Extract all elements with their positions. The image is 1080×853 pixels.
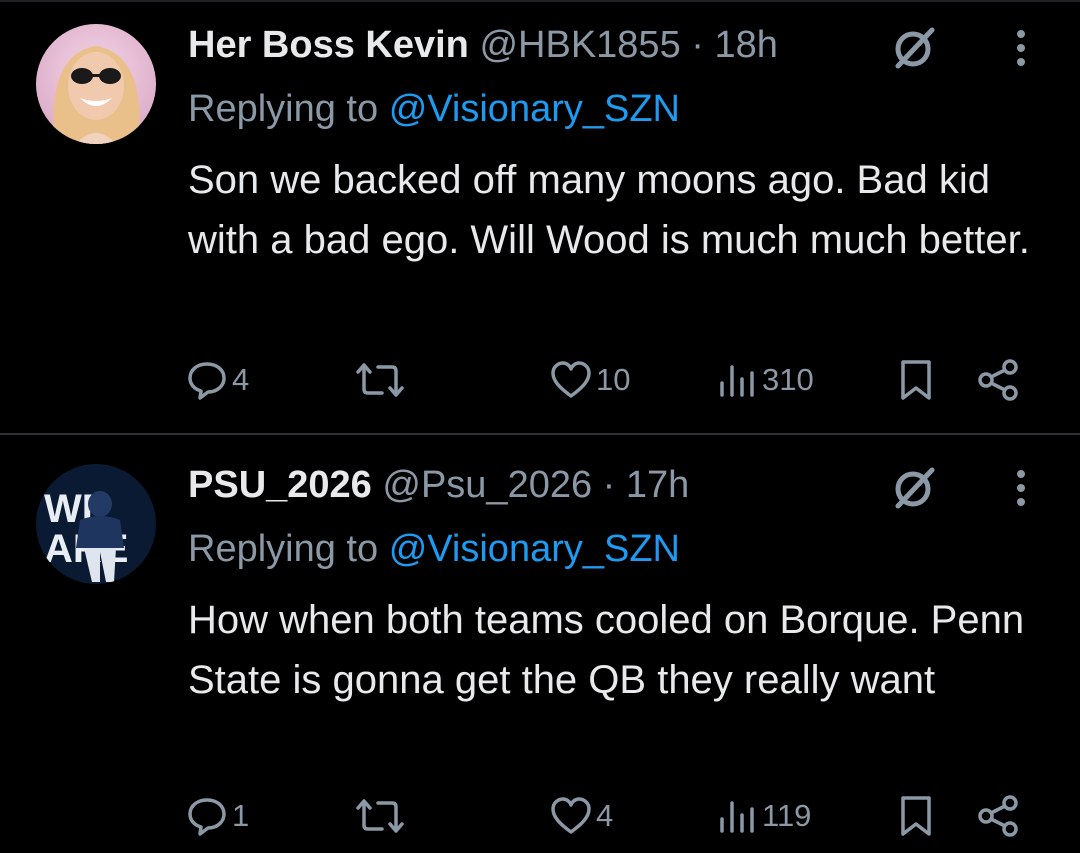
repost-icon <box>356 799 404 833</box>
tweet-header: Her Boss Kevin @HBK1855 · 18h <box>188 18 1080 72</box>
repost-button[interactable] <box>356 791 408 841</box>
author-name[interactable]: Her Boss Kevin <box>188 24 469 66</box>
repost-button[interactable] <box>356 355 408 405</box>
separator-dot: · <box>602 464 616 506</box>
repost-icon <box>356 363 404 397</box>
avatar[interactable]: WE ARE <box>36 464 156 584</box>
reply-icon <box>188 362 226 400</box>
timestamp[interactable]: 17h <box>626 464 689 506</box>
tweet-divider <box>0 433 1080 435</box>
views-count: 119 <box>762 798 812 833</box>
replying-to-mention[interactable]: @Visionary_SZN <box>389 88 680 130</box>
reply-icon <box>188 798 226 836</box>
tweet-reply[interactable]: WE ARE PSU_2026 @Psu_2026 · 17h Replying… <box>0 436 1080 853</box>
replying-prefix: Replying to <box>188 528 379 570</box>
more-icon[interactable] <box>1011 466 1031 510</box>
timestamp[interactable]: 18h <box>714 24 777 66</box>
share-button[interactable] <box>976 791 1022 841</box>
tweet-header: PSU_2026 @Psu_2026 · 17h <box>188 458 1080 512</box>
like-icon <box>551 797 591 834</box>
views-button[interactable]: 119 <box>718 791 811 841</box>
share-button[interactable] <box>976 355 1022 405</box>
reply-count: 1 <box>232 798 250 833</box>
reply-count: 4 <box>232 362 250 397</box>
like-count: 10 <box>596 362 631 397</box>
more-icon[interactable] <box>1011 26 1031 70</box>
like-button[interactable]: 4 <box>550 791 613 841</box>
author-name[interactable]: PSU_2026 <box>188 464 372 506</box>
bookmark-button[interactable] <box>896 355 936 405</box>
avatar-image: WE ARE <box>36 464 156 584</box>
like-button[interactable]: 10 <box>550 355 630 405</box>
bookmark-icon <box>901 796 931 836</box>
grok-icon[interactable] <box>888 462 940 514</box>
reply-button[interactable]: 1 <box>186 791 249 841</box>
share-icon <box>978 359 1018 401</box>
replying-prefix: Replying to <box>188 88 379 130</box>
views-button[interactable]: 310 <box>718 355 814 405</box>
avatar-image <box>36 24 156 144</box>
reply-button[interactable]: 4 <box>186 355 249 405</box>
like-count: 4 <box>596 798 614 833</box>
replying-to: Replying to @Visionary_SZN <box>188 522 680 576</box>
replying-to-mention[interactable]: @Visionary_SZN <box>389 528 680 570</box>
tweet-reply[interactable]: Her Boss Kevin @HBK1855 · 18h Replying t… <box>0 0 1080 434</box>
bookmark-icon <box>901 360 931 400</box>
tweet-text: Son we backed off many moons ago. Bad ki… <box>188 158 1030 262</box>
action-bar: 1 4 119 <box>0 791 1080 841</box>
like-icon <box>551 361 591 398</box>
views-icon <box>720 365 754 397</box>
grok-icon[interactable] <box>888 22 940 74</box>
replying-to: Replying to @Visionary_SZN <box>188 82 680 136</box>
views-icon <box>720 801 754 833</box>
avatar[interactable] <box>36 24 156 144</box>
tweet-text: How when both teams cooled on Borque. Pe… <box>188 598 1025 702</box>
bookmark-button[interactable] <box>896 791 936 841</box>
author-handle[interactable]: @Psu_2026 <box>382 464 592 506</box>
share-icon <box>978 795 1018 837</box>
action-bar: 4 10 310 <box>0 355 1080 405</box>
author-handle[interactable]: @HBK1855 <box>479 24 680 66</box>
views-count: 310 <box>762 362 814 397</box>
separator-dot: · <box>691 24 704 66</box>
